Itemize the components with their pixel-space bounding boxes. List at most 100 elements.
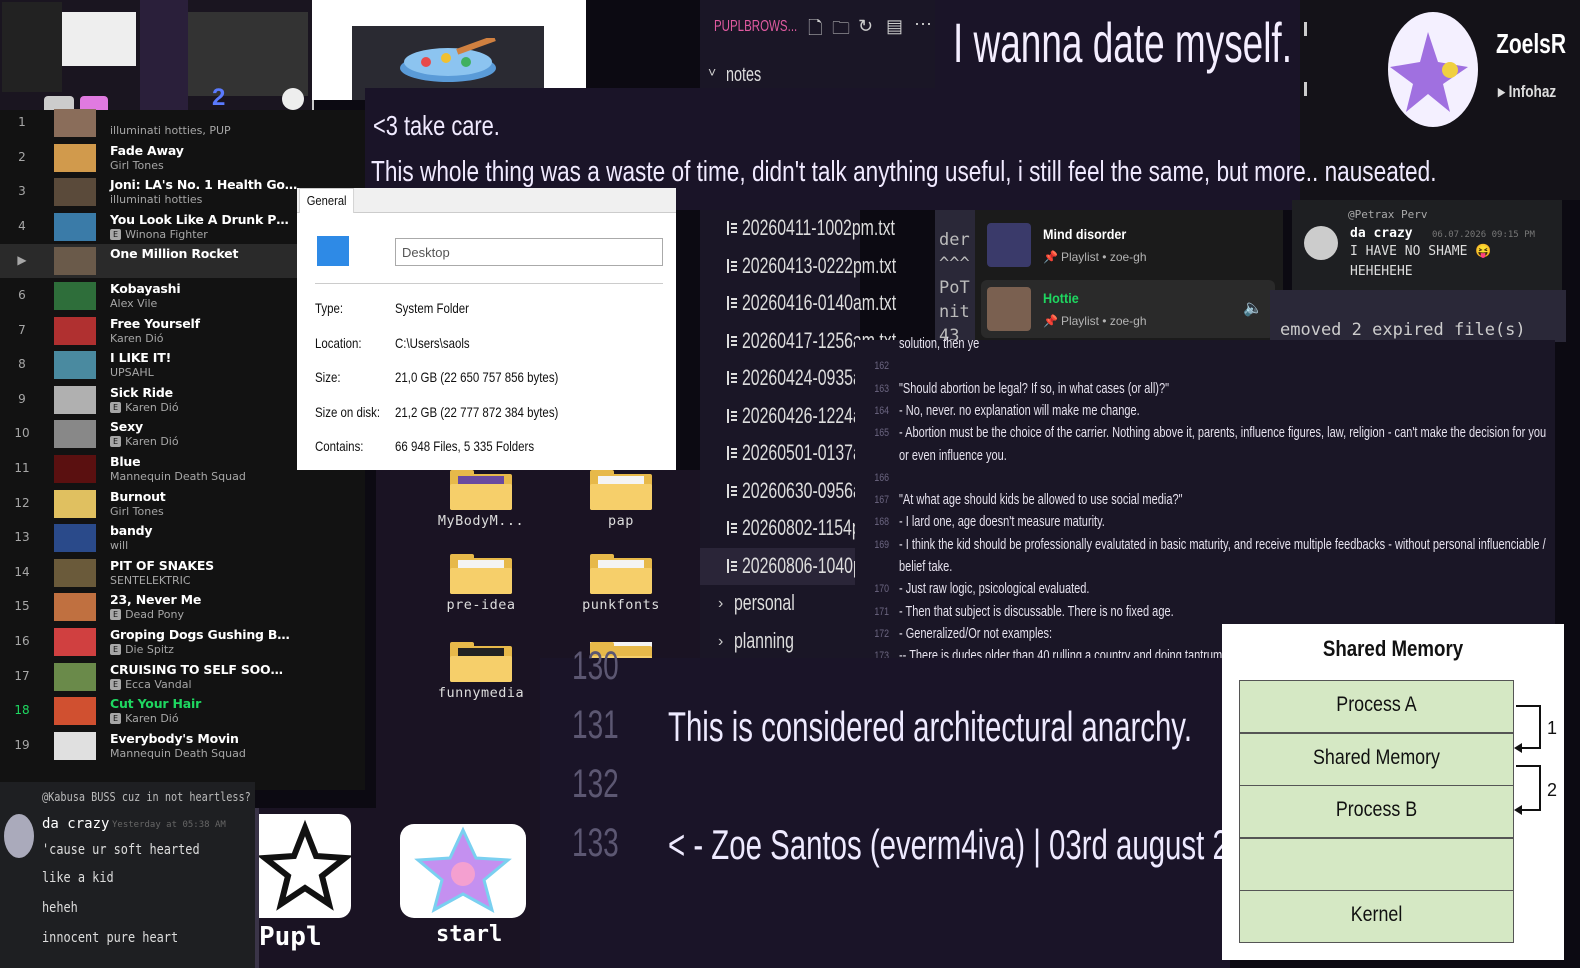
track-title[interactable]: CRUISING TO SELF SOO… <box>110 662 283 677</box>
desktop-file[interactable]: pap <box>556 470 686 529</box>
track-row[interactable]: 13 bandy will <box>0 521 365 555</box>
track-title[interactable]: Cut Your Hair <box>110 696 201 711</box>
track-artist[interactable]: illuminati hotties <box>110 193 202 206</box>
track-artist-line: illuminati hotties, PUP <box>110 124 231 137</box>
desktop-file[interactable]: MyBodyM... <box>416 470 546 529</box>
file-item[interactable]: 20260806-1040pm <box>700 547 875 585</box>
name-field[interactable] <box>395 238 663 266</box>
track-title[interactable]: Kobayashi <box>110 281 181 296</box>
desktop-icon-starl[interactable]: starl <box>372 808 540 968</box>
desktop-file[interactable]: funnymedia <box>416 642 546 701</box>
playlist-item[interactable]: Mind disorder 📌 Playlist • zoe-gh <box>981 216 1275 274</box>
reply-reference[interactable]: @Petrax Perv <box>1348 208 1427 221</box>
reply-reference[interactable]: @Kabusa BUSS cuz in not heartless? <box>42 790 251 804</box>
track-row[interactable]: 14 PIT OF SNAKES SENTELEKTRIC <box>0 556 365 590</box>
track-artist[interactable]: SENTELEKTRIC <box>110 574 191 587</box>
track-title[interactable]: You Look Like A Drunk P… <box>110 212 289 227</box>
track-artist[interactable]: Die Spitz <box>125 643 174 656</box>
thumbnail-3[interactable] <box>140 0 188 110</box>
section-notes[interactable]: notes <box>726 64 761 87</box>
playlist-item[interactable]: Hottie 📌 Playlist • zoe-gh 🔈 <box>981 280 1275 338</box>
track-title[interactable]: Burnout <box>110 489 166 504</box>
track-row[interactable]: 2 Fade Away Girl Tones <box>0 141 365 175</box>
track-row[interactable]: 1 illuminati hotties, PUP <box>0 106 365 140</box>
track-row[interactable]: 17 CRUISING TO SELF SOO… E Ecca Vandal <box>0 660 365 694</box>
new-folder-icon[interactable]: 🗀 <box>832 16 850 46</box>
track-number: 15 <box>14 599 30 614</box>
track-artist-line: Mannequin Death Squad <box>110 747 246 760</box>
tab-general-label: General <box>306 193 347 208</box>
track-artist[interactable]: Mannequin Death Squad <box>110 747 246 760</box>
album-art <box>54 593 96 622</box>
track-artist[interactable]: Ecca Vandal <box>125 678 191 691</box>
text-line: or even influence you. <box>899 447 1007 464</box>
track-title[interactable]: Fade Away <box>110 143 184 158</box>
thumbnail-2[interactable] <box>62 12 136 66</box>
file-item[interactable]: 20260802-1154pm <box>700 510 874 547</box>
track-title[interactable]: Blue <box>110 454 141 469</box>
file-item[interactable]: 20260413-0222pm.txt <box>700 248 896 285</box>
file-item[interactable]: 20260426-1224am <box>700 398 875 435</box>
folder-item[interactable]: › personal <box>700 585 860 622</box>
file-item[interactable]: 20260411-1002pm.txt <box>700 210 895 247</box>
memory-block: Shared Memory <box>1239 732 1514 786</box>
file-item[interactable]: 20260501-0137am <box>700 435 875 472</box>
track-title[interactable]: Joni: LA's No. 1 Health Go… <box>110 177 297 192</box>
more-icon[interactable]: ⋯ <box>914 14 932 35</box>
file-item[interactable]: 20260424-0935am <box>700 360 875 397</box>
file-item[interactable]: 20260417-1256am.txt <box>700 323 896 360</box>
track-title[interactable]: PIT OF SNAKES <box>110 558 214 573</box>
collapse-icon[interactable]: ▤ <box>886 16 903 37</box>
track-title[interactable]: Sexy <box>110 419 143 434</box>
album-art <box>54 351 96 380</box>
desktop-file[interactable]: pre-idea <box>416 554 546 613</box>
track-artist[interactable]: will <box>110 539 128 552</box>
tab-general[interactable]: General <box>299 188 355 213</box>
desktop-icon-pupl[interactable]: Pupl <box>255 808 373 968</box>
track-artist[interactable]: Karen Dió <box>125 401 179 414</box>
taskbar-thumbnails[interactable]: 2 <box>0 0 314 118</box>
track-row[interactable]: 18 Cut Your Hair E Karen Dió <box>0 694 365 728</box>
track-title[interactable]: One Million Rocket <box>110 246 238 261</box>
track-artist[interactable]: Girl Tones <box>110 159 164 172</box>
chevron-down-icon[interactable]: ˅ <box>708 64 716 80</box>
track-row[interactable]: 16 Groping Dogs Gushing B… E Die Spitz <box>0 625 365 659</box>
desktop-file[interactable]: punkfonts <box>556 554 686 613</box>
avatar[interactable] <box>1388 12 1478 127</box>
track-artist[interactable]: Karen Dió <box>110 332 164 345</box>
track-row[interactable]: 19 Everybody's Movin Mannequin Death Squad <box>0 729 365 763</box>
track-title[interactable]: 23, Never Me <box>110 592 201 607</box>
track-artist[interactable]: Karen Dió <box>125 712 179 725</box>
new-file-icon[interactable]: 🗋 <box>808 16 822 46</box>
track-artist-line: Girl Tones <box>110 505 164 518</box>
track-artist[interactable]: Winona Fighter <box>125 228 208 241</box>
track-title[interactable]: Sick Ride <box>110 385 173 400</box>
username[interactable]: da crazy <box>42 816 109 832</box>
track-title[interactable]: I LIKE IT! <box>110 350 171 365</box>
thumbnail-1[interactable] <box>2 2 62 92</box>
track-artist-line: E Winona Fighter <box>110 228 208 241</box>
track-artist[interactable]: Alex Vile <box>110 297 157 310</box>
folder-item[interactable]: › planning <box>700 623 860 660</box>
track-row[interactable]: 15 23, Never Me E Dead Pony <box>0 590 365 624</box>
file-label: pap <box>608 513 634 529</box>
avatar[interactable] <box>1304 226 1338 260</box>
track-title[interactable]: Free Yourself <box>110 316 200 331</box>
thumbnail-4[interactable] <box>188 12 308 96</box>
file-item[interactable]: 20260630-0956am <box>700 473 875 510</box>
track-title[interactable]: bandy <box>110 523 153 538</box>
line-number: 165 <box>874 427 889 440</box>
track-artist[interactable]: Dead Pony <box>125 608 184 621</box>
track-artist[interactable]: Mannequin Death Squad <box>110 470 246 483</box>
track-artist[interactable]: Karen Dió <box>125 435 179 448</box>
track-artist[interactable]: illuminati hotties, PUP <box>110 124 231 137</box>
track-artist[interactable]: UPSAHL <box>110 366 154 379</box>
track-title[interactable]: Groping Dogs Gushing B… <box>110 627 290 642</box>
track-title[interactable]: Everybody's Movin <box>110 731 239 746</box>
track-row[interactable]: 12 Burnout Girl Tones <box>0 487 365 521</box>
refresh-icon[interactable]: ↻ <box>858 16 873 37</box>
avatar[interactable] <box>4 814 34 858</box>
track-artist[interactable]: Girl Tones <box>110 505 164 518</box>
file-item[interactable]: 20260416-0140am.txt <box>700 285 896 322</box>
username[interactable]: da crazy <box>1350 226 1413 241</box>
